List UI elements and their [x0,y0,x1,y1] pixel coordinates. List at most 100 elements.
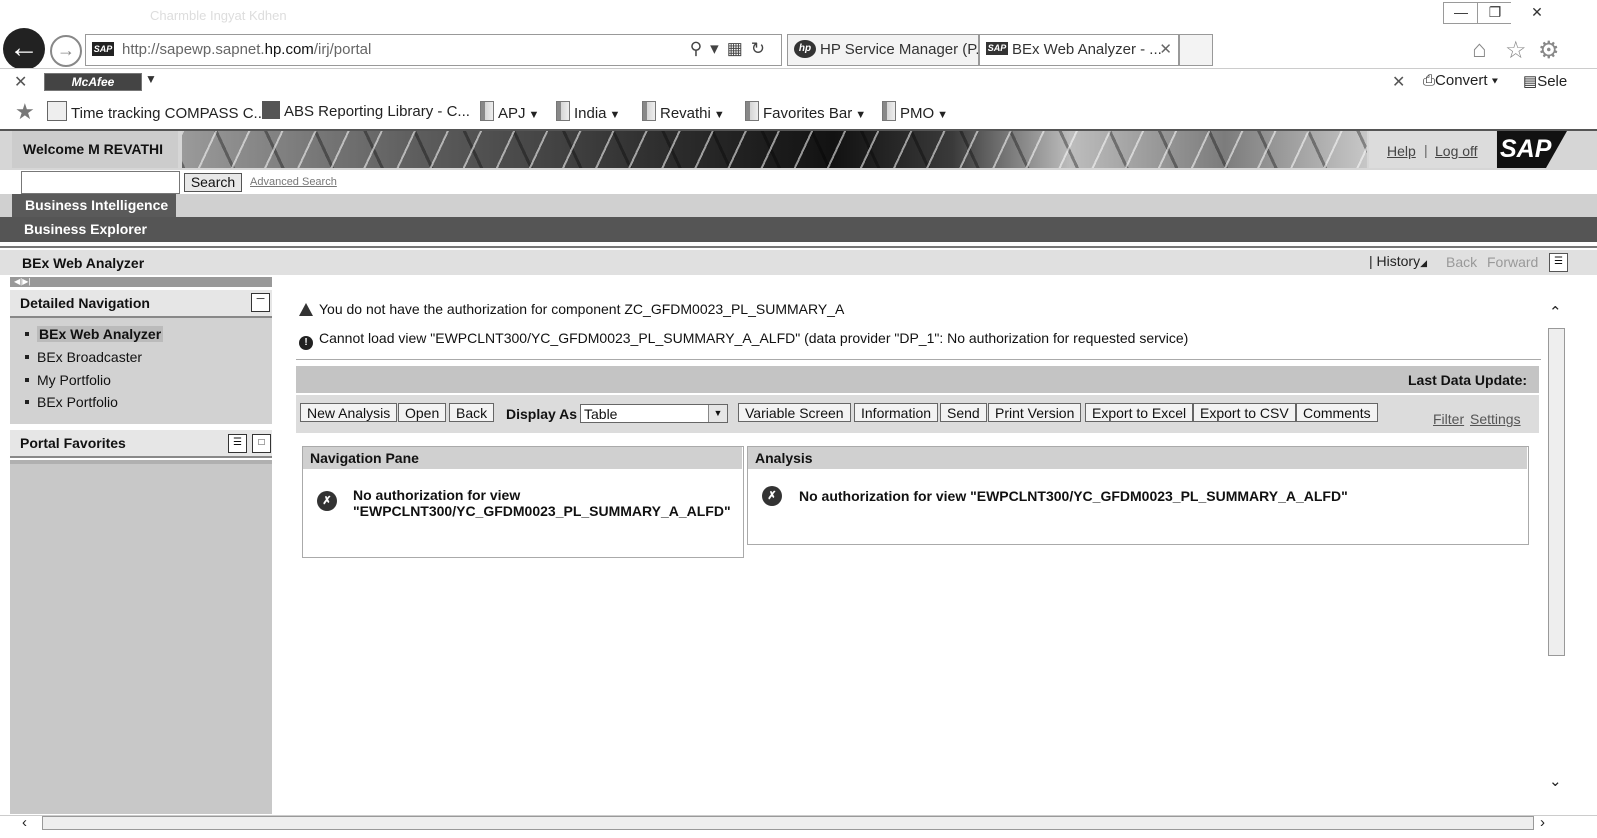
print-version-button[interactable]: Print Version [988,403,1082,422]
sap-favicon-icon: SAP [92,42,114,56]
convert-icon: ⎙ [1423,72,1436,89]
error-icon: ✗ [317,491,337,511]
home-icon[interactable]: ⌂ [1472,36,1487,64]
settings-link[interactable]: Settings [1470,411,1521,427]
tab-business-explorer[interactable]: Business Explorer [0,217,1597,242]
scroll-up-icon[interactable]: ⌃ [1549,303,1562,321]
folder-icon [745,101,759,121]
export-csv-button[interactable]: Export to CSV [1193,403,1296,422]
options-menu-icon[interactable]: ☰ [1549,253,1568,272]
warning-icon [299,303,313,316]
warning-message: You do not have the authorization for co… [299,301,844,317]
favorites-options-icon[interactable]: ☰ [228,434,247,453]
last-data-update-bar [296,366,1539,393]
scroll-down-icon[interactable]: ⌄ [1549,772,1562,790]
restore-button[interactable]: ❐ [1477,2,1513,24]
comments-button[interactable]: Comments [1296,403,1378,422]
tab-business-intelligence[interactable]: Business Intelligence [12,194,176,217]
close-tab-icon[interactable]: ✕ [1159,35,1172,64]
analysis-error-message: No authorization for view "EWPCLNT300/YC… [799,488,1348,504]
open-button[interactable]: Open [398,403,447,422]
address-bar[interactable]: SAP http://sapewp.sapnet.hp.com/irj/port… [85,34,782,66]
close-window-button[interactable]: ✕ [1511,2,1563,24]
message-separator [296,359,1541,360]
navigation-pane-title: Navigation Pane [303,447,742,469]
page-title-bar [0,250,1597,275]
nav-item-bex-portfolio[interactable]: BEx Portfolio [25,394,118,410]
expand-icon[interactable]: □ [252,434,271,453]
display-as-select[interactable]: Table ▼ [580,404,728,423]
top-level-nav [0,194,1597,217]
information-button[interactable]: Information [854,403,939,422]
minimize-button[interactable]: — [1443,2,1479,24]
portal-favorites-title: Portal Favorites [20,435,126,451]
send-button[interactable]: Send [940,403,987,422]
chevron-down-icon[interactable]: ▼ [145,72,157,86]
error-message: ! Cannot load view "EWPCLNT300/YC_GFDM002… [299,330,1188,350]
vertical-scroll-thumb[interactable] [1548,328,1565,656]
page-title: BEx Web Analyzer [22,255,145,271]
chevron-down-icon[interactable]: ▼ [708,405,727,422]
horizontal-scroll-thumb[interactable] [42,816,1534,830]
nav-item-bex-broadcaster[interactable]: BEx Broadcaster [25,349,142,365]
page-icon [47,101,67,121]
portal-forward-button[interactable]: Forward [1487,254,1538,270]
scroll-right-icon[interactable]: › [1540,814,1545,831]
last-data-update-label: Last Data Update: [1408,372,1528,388]
folder-icon [556,101,570,121]
library-icon [262,101,280,119]
panel-resize-handle[interactable]: ◀|▶| [10,277,272,287]
add-favorite-star-icon[interactable]: ★ [15,99,35,125]
favorite-time-tracking[interactable]: Time tracking COMPASS C... [47,101,266,122]
select-button[interactable]: ▤Sele [1523,72,1567,90]
favorite-folder-revathi[interactable]: Revathi ▼ [642,101,725,122]
display-as-label: Display As [506,406,578,422]
folder-icon [480,101,494,121]
hp-icon: hp [794,39,816,58]
close-toolbar-icon[interactable]: ✕ [14,72,27,92]
nav-item-bex-web-analyzer[interactable]: BEx Web Analyzer [25,326,164,342]
convert-button[interactable]: ⎙Convert ▾ [1423,72,1498,89]
collapse-icon[interactable]: ─ [251,293,270,312]
tab-bex-web-analyzer[interactable]: SAP BEx Web Analyzer - ... ✕ [979,34,1179,66]
search-button[interactable]: Search [184,173,242,192]
favorite-folder-pmo[interactable]: PMO ▼ [882,101,948,122]
address-url[interactable]: http://sapewp.sapnet.hp.com/irj/portal [122,41,371,58]
portal-favorites-body [10,460,272,814]
close-convert-icon[interactable]: ✕ [1392,72,1405,92]
scroll-left-icon[interactable]: ‹ [22,814,27,831]
welcome-text: Welcome M REVATHI [12,131,178,168]
new-tab-button[interactable] [1179,34,1213,66]
back-button[interactable]: Back [449,403,495,422]
favorite-folder-india[interactable]: India ▼ [556,101,620,122]
folder-icon [882,101,896,121]
nav-item-my-portfolio[interactable]: My Portfolio [25,372,111,388]
browser-back-button[interactable]: ← [3,28,45,70]
browser-forward-button[interactable]: → [50,35,82,67]
favorite-abs-reporting[interactable]: ABS Reporting Library - C... [262,101,470,120]
favorite-folder-apj[interactable]: APJ ▼ [480,101,539,122]
mcafee-toolbar [0,68,1597,97]
export-excel-button[interactable]: Export to Excel [1085,403,1194,422]
tab-hp-service-manager[interactable]: hp HP Service Manager (P... [787,34,979,66]
logoff-link[interactable]: Log off [1435,143,1478,159]
history-button[interactable]: | History◢ [1369,253,1427,269]
navigation-pane-error-line2: "EWPCLNT300/YC_GFDM0023_PL_SUMMARY_A_ALF… [353,503,731,519]
help-link[interactable]: Help [1387,143,1416,159]
header-banner-image [182,131,1367,168]
favorite-folder-favorites-bar[interactable]: Favorites Bar ▼ [745,101,866,122]
search-input[interactable] [21,171,180,194]
gear-icon[interactable]: ⚙ [1538,36,1560,65]
mcafee-logo[interactable]: McAfee [44,73,142,91]
error-icon: ✗ [762,486,782,506]
advanced-search-link[interactable]: Advanced Search [250,176,337,188]
new-analysis-button[interactable]: New Analysis [300,403,398,422]
portal-back-button[interactable]: Back [1446,254,1477,270]
variable-screen-button[interactable]: Variable Screen [738,403,851,422]
navigation-pane-error-line1: No authorization for view [353,487,521,503]
filter-link[interactable]: Filter [1433,411,1464,427]
address-tools-icons[interactable]: ⚲▾▦↻ [690,39,773,59]
folder-icon [642,101,656,121]
star-icon[interactable]: ☆ [1505,36,1527,65]
window-title: Charmble Ingyat Kdhen [150,8,287,23]
